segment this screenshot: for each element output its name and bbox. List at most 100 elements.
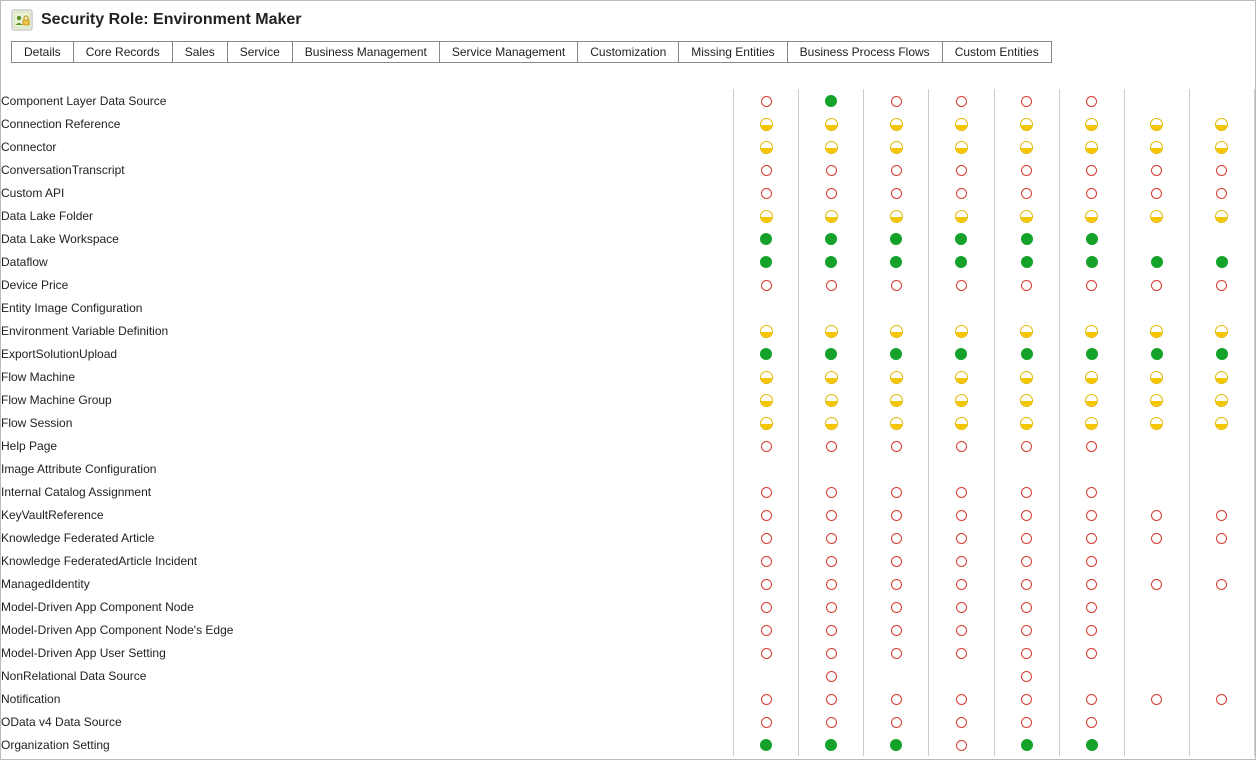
priv-cell[interactable] — [799, 227, 864, 250]
priv-cell[interactable] — [734, 158, 799, 181]
priv-none-icon[interactable] — [891, 694, 902, 705]
priv-cell[interactable] — [1059, 250, 1124, 273]
priv-organization-icon[interactable] — [760, 256, 772, 268]
priv-cell[interactable] — [929, 434, 994, 457]
priv-cell[interactable] — [929, 503, 994, 526]
priv-none-icon[interactable] — [1021, 510, 1032, 521]
priv-cell[interactable] — [1124, 733, 1189, 756]
priv-cell[interactable] — [994, 250, 1059, 273]
priv-cell[interactable] — [1124, 457, 1189, 480]
priv-none-icon[interactable] — [1021, 579, 1032, 590]
priv-cell[interactable] — [734, 411, 799, 434]
priv-cell[interactable] — [1189, 319, 1254, 342]
priv-cell[interactable] — [799, 319, 864, 342]
priv-cell[interactable] — [1059, 112, 1124, 135]
priv-cell[interactable] — [994, 342, 1059, 365]
priv-cell[interactable] — [994, 618, 1059, 641]
tab-details[interactable]: Details — [11, 41, 74, 63]
priv-cell[interactable] — [1059, 664, 1124, 687]
priv-organization-icon[interactable] — [1021, 256, 1033, 268]
priv-user-icon[interactable] — [1215, 118, 1228, 131]
priv-cell[interactable] — [1189, 503, 1254, 526]
priv-cell[interactable] — [1189, 342, 1254, 365]
priv-none-icon[interactable] — [1216, 579, 1227, 590]
priv-cell[interactable] — [1124, 710, 1189, 733]
priv-cell[interactable] — [734, 549, 799, 572]
priv-cell[interactable] — [799, 480, 864, 503]
priv-cell[interactable] — [1059, 572, 1124, 595]
priv-cell[interactable] — [864, 89, 929, 112]
priv-cell[interactable] — [1124, 641, 1189, 664]
priv-cell[interactable] — [1189, 411, 1254, 434]
priv-cell[interactable] — [864, 135, 929, 158]
priv-cell[interactable] — [929, 526, 994, 549]
priv-cell[interactable] — [734, 526, 799, 549]
priv-user-icon[interactable] — [825, 118, 838, 131]
priv-cell[interactable] — [864, 388, 929, 411]
priv-none-icon[interactable] — [891, 717, 902, 728]
priv-none-icon[interactable] — [956, 556, 967, 567]
priv-cell[interactable] — [1124, 595, 1189, 618]
priv-cell[interactable] — [864, 342, 929, 365]
priv-cell[interactable] — [1124, 549, 1189, 572]
priv-user-icon[interactable] — [1085, 394, 1098, 407]
priv-organization-icon[interactable] — [890, 739, 902, 751]
priv-organization-icon[interactable] — [1216, 348, 1228, 360]
priv-organization-icon[interactable] — [1086, 348, 1098, 360]
priv-user-icon[interactable] — [1020, 210, 1033, 223]
priv-user-icon[interactable] — [1215, 394, 1228, 407]
priv-cell[interactable] — [864, 480, 929, 503]
priv-user-icon[interactable] — [890, 325, 903, 338]
priv-cell[interactable] — [1059, 181, 1124, 204]
priv-user-icon[interactable] — [1020, 141, 1033, 154]
priv-user-icon[interactable] — [1020, 325, 1033, 338]
priv-user-icon[interactable] — [1020, 417, 1033, 430]
priv-user-icon[interactable] — [1020, 371, 1033, 384]
priv-user-icon[interactable] — [1085, 118, 1098, 131]
priv-cell[interactable] — [1059, 342, 1124, 365]
priv-cell[interactable] — [864, 319, 929, 342]
priv-user-icon[interactable] — [1085, 141, 1098, 154]
priv-cell[interactable] — [1059, 641, 1124, 664]
priv-cell[interactable] — [799, 204, 864, 227]
priv-organization-icon[interactable] — [1086, 256, 1098, 268]
priv-cell[interactable] — [1059, 503, 1124, 526]
priv-cell[interactable] — [799, 618, 864, 641]
priv-none-icon[interactable] — [1086, 556, 1097, 567]
priv-cell[interactable] — [1059, 296, 1124, 319]
priv-cell[interactable] — [1189, 135, 1254, 158]
priv-cell[interactable] — [994, 457, 1059, 480]
priv-user-icon[interactable] — [890, 394, 903, 407]
priv-user-icon[interactable] — [760, 394, 773, 407]
priv-cell[interactable] — [1124, 319, 1189, 342]
priv-cell[interactable] — [1059, 204, 1124, 227]
priv-none-icon[interactable] — [761, 188, 772, 199]
priv-cell[interactable] — [1059, 135, 1124, 158]
priv-cell[interactable] — [864, 411, 929, 434]
priv-none-icon[interactable] — [1086, 694, 1097, 705]
priv-none-icon[interactable] — [761, 510, 772, 521]
priv-cell[interactable] — [864, 227, 929, 250]
priv-cell[interactable] — [994, 388, 1059, 411]
priv-cell[interactable] — [734, 733, 799, 756]
priv-none-icon[interactable] — [1151, 188, 1162, 199]
priv-none-icon[interactable] — [826, 533, 837, 544]
priv-cell[interactable] — [1059, 526, 1124, 549]
priv-user-icon[interactable] — [760, 118, 773, 131]
priv-none-icon[interactable] — [1086, 602, 1097, 613]
priv-none-icon[interactable] — [956, 165, 967, 176]
priv-cell[interactable] — [994, 135, 1059, 158]
priv-cell[interactable] — [1059, 687, 1124, 710]
priv-cell[interactable] — [864, 526, 929, 549]
priv-cell[interactable] — [864, 549, 929, 572]
priv-none-icon[interactable] — [826, 717, 837, 728]
priv-none-icon[interactable] — [956, 96, 967, 107]
priv-organization-icon[interactable] — [825, 233, 837, 245]
priv-cell[interactable] — [929, 595, 994, 618]
priv-cell[interactable] — [994, 204, 1059, 227]
priv-cell[interactable] — [1124, 135, 1189, 158]
priv-none-icon[interactable] — [1086, 441, 1097, 452]
priv-cell[interactable] — [1189, 89, 1254, 112]
priv-cell[interactable] — [1124, 158, 1189, 181]
priv-none-icon[interactable] — [1086, 510, 1097, 521]
